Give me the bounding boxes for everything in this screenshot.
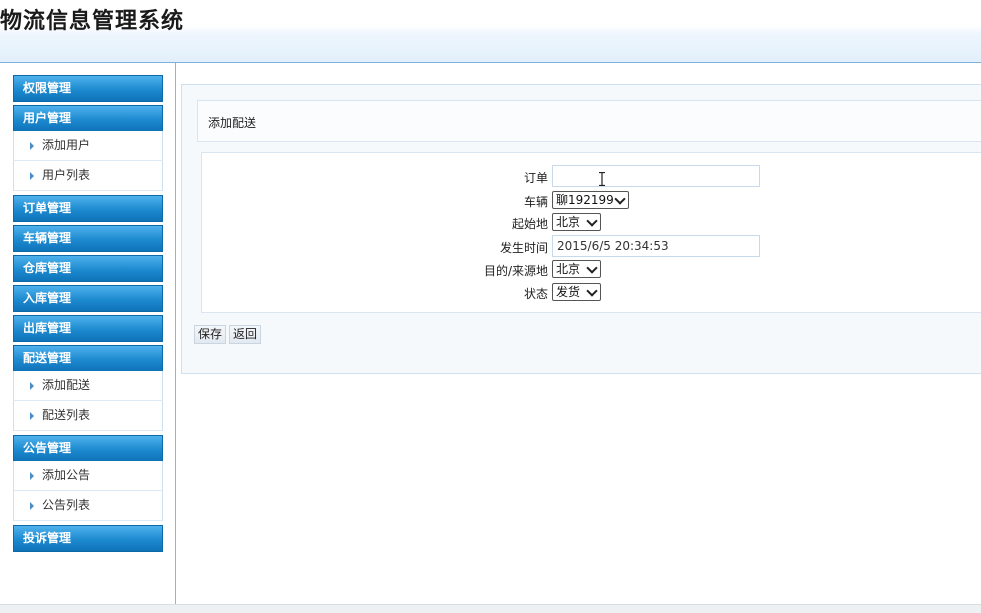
menu-item-label: 添加公告 xyxy=(42,468,91,482)
save-button[interactable]: 保存 xyxy=(194,325,227,344)
order-label: 订单 xyxy=(523,171,548,185)
destination-label: 目的/来源地 xyxy=(483,264,548,278)
menu-item-label: 配送列表 xyxy=(42,408,91,422)
order-input[interactable] xyxy=(552,165,760,187)
page-heading-bar: 添加配送 xyxy=(197,100,981,142)
menu-group-warehouses[interactable]: 仓库管理 xyxy=(13,255,163,282)
vehicle-select[interactable]: 聊192199 xyxy=(552,191,629,209)
status-select-value: 发货 xyxy=(556,285,581,299)
destination-select[interactable]: 北京 xyxy=(552,260,601,278)
origin-select[interactable]: 北京 xyxy=(552,213,601,231)
caret-right-icon xyxy=(30,502,34,510)
menu-group-permissions[interactable]: 权限管理 xyxy=(13,75,163,102)
app-title: 物流信息管理系统 xyxy=(0,9,185,34)
time-input[interactable]: 2015/6/5 20:34:53 xyxy=(552,235,760,257)
menu-item-label: 用户列表 xyxy=(42,168,91,182)
chevron-down-icon xyxy=(614,193,626,205)
vehicle-select-value: 聊192199 xyxy=(556,193,614,207)
destination-select-value: 北京 xyxy=(556,262,581,276)
menu-item-add-notice[interactable]: 添加公告 xyxy=(13,461,163,491)
menu-item-user-list[interactable]: 用户列表 xyxy=(13,161,163,191)
page-title: 添加配送 xyxy=(208,116,257,130)
menu-group-notices[interactable]: 公告管理 xyxy=(13,435,163,462)
status-label: 状态 xyxy=(523,287,548,301)
caret-right-icon xyxy=(30,142,34,150)
caret-right-icon xyxy=(30,412,34,420)
menu-item-add-delivery[interactable]: 添加配送 xyxy=(13,371,163,401)
origin-select-value: 北京 xyxy=(556,215,581,229)
caret-right-icon xyxy=(30,382,34,390)
menu-group-inbound[interactable]: 入库管理 xyxy=(13,285,163,312)
menu-group-vehicles[interactable]: 车辆管理 xyxy=(13,225,163,252)
menu-group-complaints[interactable]: 投诉管理 xyxy=(13,525,163,552)
menu-group-orders[interactable]: 订单管理 xyxy=(13,195,163,222)
chevron-down-icon xyxy=(586,215,598,227)
menu-group-users[interactable]: 用户管理 xyxy=(13,105,163,132)
caret-right-icon xyxy=(30,172,34,180)
origin-label: 起始地 xyxy=(511,217,548,231)
menu-item-label: 添加用户 xyxy=(42,138,91,152)
menu-item-label: 添加配送 xyxy=(42,378,91,392)
status-select[interactable]: 发货 xyxy=(552,283,601,301)
menu-group-outbound[interactable]: 出库管理 xyxy=(13,315,163,342)
time-label: 发生时间 xyxy=(499,241,548,255)
vehicle-label: 车辆 xyxy=(523,195,548,209)
sidebar: 权限管理 用户管理 添加用户 用户列表 订单管理 车辆管理 仓库管理 入库管理 … xyxy=(0,63,176,604)
menu-item-add-user[interactable]: 添加用户 xyxy=(13,131,163,161)
chevron-down-icon xyxy=(586,285,598,297)
menu-item-notice-list[interactable]: 公告列表 xyxy=(13,491,163,521)
app-header: 物流信息管理系统 xyxy=(0,0,981,63)
menu-item-label: 公告列表 xyxy=(42,498,91,512)
back-button[interactable]: 返回 xyxy=(229,325,262,344)
menu-group-delivery[interactable]: 配送管理 xyxy=(13,345,163,372)
caret-right-icon xyxy=(30,472,34,480)
text-cursor-icon xyxy=(599,172,605,186)
chevron-down-icon xyxy=(586,262,598,274)
menu-item-delivery-list[interactable]: 配送列表 xyxy=(13,401,163,431)
